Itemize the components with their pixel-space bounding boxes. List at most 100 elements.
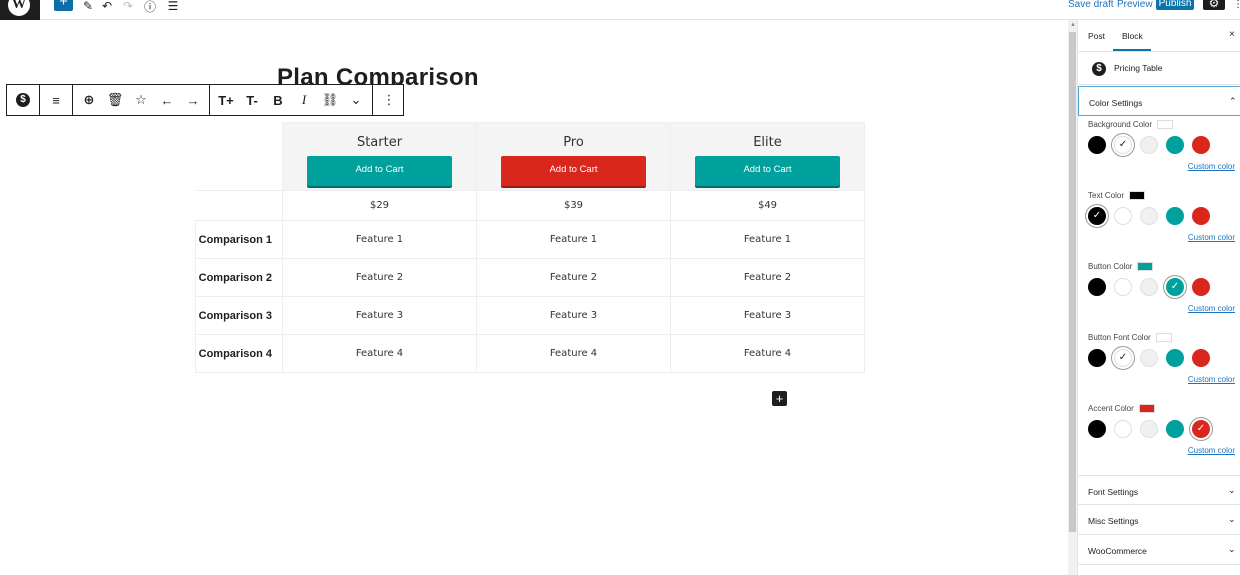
plan-header-starter[interactable]: Starter Add to Cart: [282, 122, 477, 191]
text-decrease-button[interactable]: T-: [241, 89, 263, 111]
move-right-icon[interactable]: →: [182, 89, 204, 111]
color-option-0[interactable]: [1088, 136, 1106, 154]
undo-icon[interactable]: ↶: [101, 0, 113, 13]
feature-cell[interactable]: Feature 1: [282, 220, 477, 259]
plan-header-elite[interactable]: Elite Add to Cart: [670, 122, 865, 191]
settings-gear-icon[interactable]: ⚙: [1203, 0, 1225, 10]
color-section-title: Background Color: [1088, 120, 1238, 129]
comparison-label[interactable]: Comparison 3: [195, 296, 283, 335]
save-draft-button[interactable]: Save draft: [1068, 0, 1114, 10]
editor-scrollbar[interactable]: ▲: [1068, 20, 1077, 575]
comparison-label[interactable]: Comparison 4: [195, 334, 283, 373]
font-settings-panel-toggle[interactable]: Font Settings ⌄: [1078, 475, 1240, 505]
delete-column-icon[interactable]: 🗑: [104, 89, 126, 111]
comparison-label[interactable]: Comparison 2: [195, 258, 283, 297]
plan-name[interactable]: Elite: [671, 135, 864, 150]
block-options-icon[interactable]: ⋮: [378, 89, 400, 111]
tab-block[interactable]: Block: [1122, 31, 1143, 41]
color-option-1[interactable]: [1114, 420, 1132, 438]
color-section: Text Color ✓ Custom color: [1088, 191, 1238, 242]
move-left-icon[interactable]: ←: [156, 89, 178, 111]
color-option-1[interactable]: ✓: [1114, 349, 1132, 367]
feature-cell[interactable]: Feature 1: [476, 220, 671, 259]
color-option-2[interactable]: [1140, 278, 1158, 296]
align-icon[interactable]: ≡: [45, 89, 67, 111]
color-option-2[interactable]: [1140, 349, 1158, 367]
custom-color-link[interactable]: Custom color: [1188, 304, 1235, 313]
add-block-button[interactable]: +: [54, 0, 73, 11]
italic-button[interactable]: I: [293, 89, 315, 111]
color-option-1[interactable]: ✓: [1114, 136, 1132, 154]
current-color-swatch: [1137, 262, 1154, 271]
color-option-4[interactable]: ✓: [1192, 420, 1210, 438]
color-option-4[interactable]: [1192, 278, 1210, 296]
color-option-3[interactable]: ✓: [1166, 278, 1184, 296]
color-option-4[interactable]: [1192, 349, 1210, 367]
link-icon[interactable]: ⛓: [319, 89, 341, 111]
custom-color-link[interactable]: Custom color: [1188, 375, 1235, 384]
plan-header-pro[interactable]: Pro Add to Cart: [476, 122, 671, 191]
add-to-cart-button[interactable]: Add to Cart: [501, 156, 646, 186]
redo-icon[interactable]: ↷: [122, 0, 134, 13]
color-settings-panel-toggle[interactable]: Color Settings ⌃: [1078, 86, 1240, 116]
info-icon[interactable]: ⓘ: [143, 0, 157, 14]
bold-button[interactable]: B: [267, 89, 289, 111]
scrollbar-thumb[interactable]: [1069, 32, 1076, 532]
feature-cell[interactable]: Feature 4: [476, 334, 671, 373]
misc-settings-panel-toggle[interactable]: Misc Settings ⌄: [1078, 505, 1240, 535]
edit-mode-icon[interactable]: ✎: [82, 0, 94, 13]
highlight-star-icon[interactable]: ☆: [130, 89, 152, 111]
close-icon[interactable]: ×: [1229, 29, 1235, 40]
feature-cell[interactable]: Feature 4: [670, 334, 865, 373]
add-to-cart-button[interactable]: Add to Cart: [695, 156, 840, 186]
color-option-2[interactable]: [1140, 207, 1158, 225]
feature-cell[interactable]: Feature 3: [282, 296, 477, 335]
feature-cell[interactable]: Feature 1: [670, 220, 865, 259]
feature-cell[interactable]: Feature 2: [670, 258, 865, 297]
custom-color-link[interactable]: Custom color: [1188, 162, 1235, 171]
color-option-3[interactable]: [1166, 136, 1184, 154]
color-option-1[interactable]: [1114, 278, 1132, 296]
block-type-button[interactable]: $: [12, 89, 34, 111]
custom-color-link[interactable]: Custom color: [1188, 446, 1235, 455]
preview-button[interactable]: Preview: [1117, 0, 1153, 10]
color-option-3[interactable]: [1166, 207, 1184, 225]
wordpress-logo-button[interactable]: W: [0, 0, 40, 20]
color-option-2[interactable]: [1140, 420, 1158, 438]
color-option-2[interactable]: [1140, 136, 1158, 154]
feature-cell[interactable]: Feature 3: [476, 296, 671, 335]
inline-add-block-button[interactable]: +: [772, 391, 787, 406]
feature-cell[interactable]: Feature 2: [282, 258, 477, 297]
tab-post[interactable]: Post: [1088, 31, 1105, 41]
scroll-up-icon[interactable]: ▲: [1070, 22, 1076, 28]
more-options-icon[interactable]: ⋮: [1233, 0, 1240, 10]
list-view-icon[interactable]: ☰: [166, 0, 180, 13]
color-option-4[interactable]: [1192, 207, 1210, 225]
feature-cell[interactable]: Feature 3: [670, 296, 865, 335]
plan-name[interactable]: Pro: [477, 135, 670, 150]
custom-color-link[interactable]: Custom color: [1188, 233, 1235, 242]
color-option-0[interactable]: ✓: [1088, 207, 1106, 225]
feature-cell[interactable]: Feature 4: [282, 334, 477, 373]
color-option-0[interactable]: [1088, 278, 1106, 296]
add-to-cart-button[interactable]: Add to Cart: [307, 156, 452, 186]
text-increase-button[interactable]: T+: [215, 89, 237, 111]
color-option-4[interactable]: [1192, 136, 1210, 154]
color-option-0[interactable]: [1088, 420, 1106, 438]
check-icon: ✓: [1170, 281, 1180, 292]
publish-button[interactable]: Publish: [1156, 0, 1194, 10]
price-cell[interactable]: $49: [670, 190, 865, 221]
woocommerce-panel-toggle[interactable]: WooCommerce ⌄: [1078, 535, 1240, 565]
color-section: Background Color ✓ Custom color: [1088, 120, 1238, 171]
color-option-1[interactable]: [1114, 207, 1132, 225]
color-option-3[interactable]: [1166, 420, 1184, 438]
plan-name[interactable]: Starter: [283, 135, 476, 150]
price-cell[interactable]: $29: [282, 190, 477, 221]
more-formats-chevron-icon[interactable]: ⌄: [345, 89, 367, 111]
comparison-label[interactable]: Comparison 1: [195, 220, 283, 259]
feature-cell[interactable]: Feature 2: [476, 258, 671, 297]
add-column-icon[interactable]: ⊕: [78, 89, 100, 111]
color-option-3[interactable]: [1166, 349, 1184, 367]
color-option-0[interactable]: [1088, 349, 1106, 367]
price-cell[interactable]: $39: [476, 190, 671, 221]
